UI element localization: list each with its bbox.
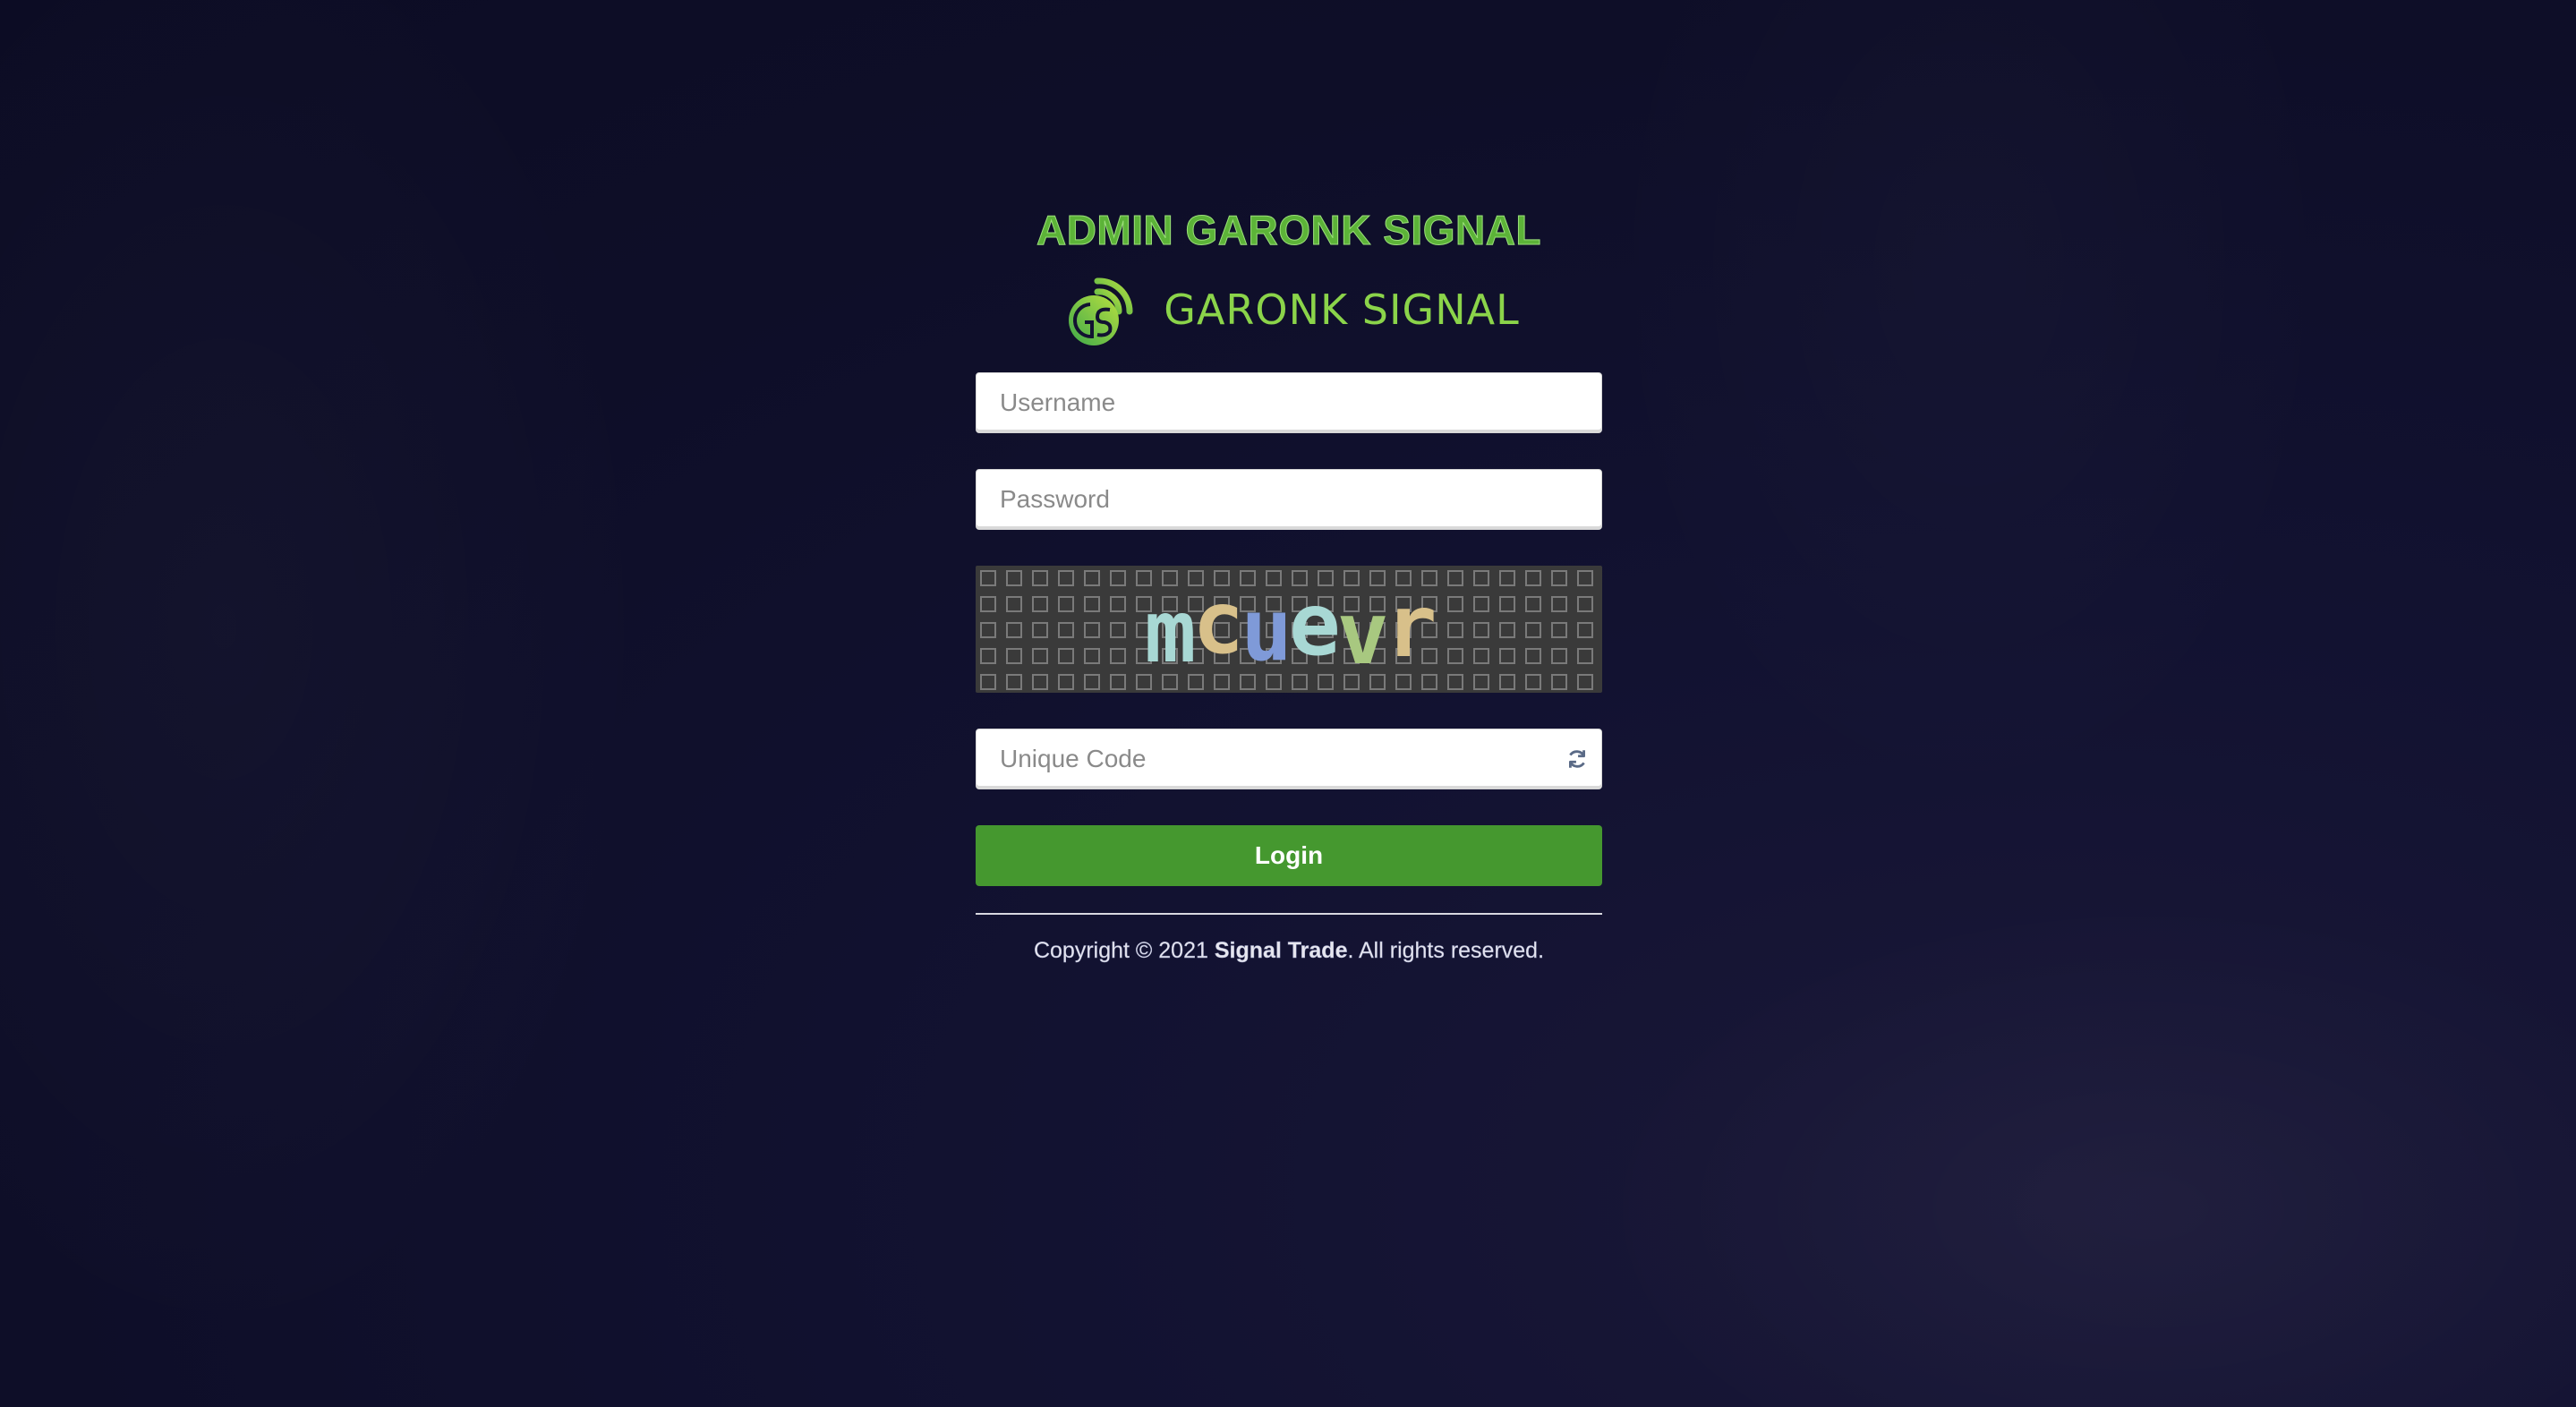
captcha-char: m bbox=[1144, 582, 1197, 682]
captcha-char: c bbox=[1192, 573, 1244, 673]
password-input[interactable] bbox=[977, 470, 1601, 529]
captcha-char: e bbox=[1289, 575, 1341, 675]
captcha-char: u bbox=[1241, 580, 1292, 680]
page-title: ADMIN GARONK SIGNAL bbox=[1036, 207, 1542, 254]
logo-text: GARONK SIGNAL bbox=[1164, 286, 1520, 334]
copyright-prefix: Copyright © 2021 bbox=[1033, 938, 1215, 963]
captcha-char: r bbox=[1385, 576, 1437, 677]
refresh-icon[interactable] bbox=[1565, 747, 1589, 771]
login-panel: ADMIN GARONK SIGNAL GARONK SIGNAL mcuev bbox=[976, 197, 1602, 964]
username-input[interactable] bbox=[977, 373, 1601, 432]
garonk-signal-logo-icon bbox=[1069, 277, 1133, 345]
password-field[interactable] bbox=[976, 469, 1602, 530]
unique-code-input[interactable] bbox=[977, 729, 1601, 789]
divider bbox=[976, 913, 1602, 915]
captcha-char: v bbox=[1336, 584, 1389, 684]
copyright-brand: Signal Trade bbox=[1214, 938, 1348, 963]
unique-code-field[interactable] bbox=[976, 729, 1602, 789]
copyright-text: Copyright © 2021 Signal Trade. All right… bbox=[976, 938, 1602, 964]
login-button[interactable]: Login bbox=[976, 825, 1602, 886]
captcha-image: mcuevr bbox=[976, 566, 1602, 693]
username-field[interactable] bbox=[976, 372, 1602, 433]
copyright-suffix: . All rights reserved. bbox=[1347, 938, 1545, 963]
brand-logo: GARONK SIGNAL bbox=[976, 267, 1602, 353]
captcha-text: mcuevr bbox=[976, 573, 1602, 684]
